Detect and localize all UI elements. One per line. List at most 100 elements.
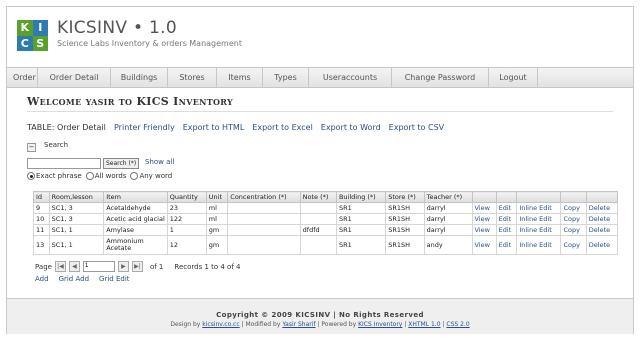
search-button[interactable]: Search (*) [103,158,140,169]
nav-item-types[interactable]: Types [263,68,309,87]
column-header[interactable]: Unit [205,191,229,203]
cell: SR1SH [385,202,425,214]
copy-link[interactable]: Copy [560,224,587,236]
pager-label: Page [35,262,52,271]
grid-add-link[interactable]: Grid Add [59,275,89,283]
delete-link[interactable]: Delete [585,213,619,225]
modifier-link[interactable]: Yasir Sharif [282,321,315,328]
add-link[interactable]: Add [35,275,49,283]
last-page-icon[interactable]: ▶| [131,261,143,272]
export-excel-link[interactable]: Export to Excel [252,123,313,132]
view-link[interactable]: View [471,235,497,255]
column-header-action [516,191,562,203]
view-link[interactable]: View [471,224,497,236]
nav-item-order[interactable]: Order [7,68,38,87]
edit-link[interactable]: Edit [495,202,518,214]
nav-item-useraccounts[interactable]: Useraccounts [309,68,392,87]
column-header[interactable]: Building (*) [335,191,387,203]
column-header[interactable]: Teacher (*) [423,191,473,203]
export-word-link[interactable]: Export to Word [321,123,381,132]
credits-text: Design by [170,321,201,328]
next-page-icon[interactable]: ▶ [117,261,129,272]
inline-edit-link[interactable]: Inline Edit [516,213,562,225]
radio-selected-icon [27,172,35,180]
nav-item-stores[interactable]: Stores [168,68,217,87]
export-links: Printer Friendly Export to HTML Export t… [114,123,444,132]
column-header[interactable]: Item [103,191,168,203]
credits-text: | Modified by [241,321,281,328]
nav-item-order-detail[interactable]: Order Detail [38,68,111,87]
radio-any-word[interactable]: Any word [130,172,172,180]
search-input[interactable] [27,158,101,169]
column-header[interactable]: Note (*) [299,191,337,203]
column-header-action [471,191,497,203]
footer: Copyright © 2009 KICSINV | No Rights Res… [7,298,633,334]
delete-link[interactable]: Delete [585,235,619,255]
inline-edit-link[interactable]: Inline Edit [516,202,562,214]
page-number-input[interactable] [82,261,115,272]
nav-item-change-password[interactable]: Change Password [392,68,489,87]
radio-all-words[interactable]: All words [85,172,126,180]
show-all-link[interactable]: Show all [145,158,174,166]
cell: 23 [166,202,207,214]
copy-link[interactable]: Copy [560,235,587,255]
css-link[interactable]: CSS 2.0 [446,321,469,328]
column-header[interactable]: Concentration (*) [227,191,301,203]
first-page-icon[interactable]: |◀ [54,261,66,272]
table-row: 9 SC1, 3 Acetaldehyde 23 ml SR1 SR1SH da… [33,202,619,214]
edit-link[interactable]: Edit [495,213,518,225]
cell: SR1 [335,213,387,225]
printer-friendly-link[interactable]: Printer Friendly [114,123,175,132]
designer-link[interactable]: kicsinv.co.cc [202,321,239,328]
inline-edit-link[interactable]: Inline Edit [516,235,562,255]
cell: 13 [33,235,50,255]
inline-edit-link[interactable]: Inline Edit [516,224,562,236]
copy-link[interactable]: Copy [560,213,587,225]
cell: 12 [166,235,207,255]
cell: dfdfd [299,224,337,236]
grid-edit-link[interactable]: Grid Edit [99,275,129,283]
page-frame: K I C S KICSINV • 1.0 Science Labs Inven… [6,6,634,334]
xhtml-link[interactable]: XHTML 1.0 [408,321,440,328]
export-csv-link[interactable]: Export to CSV [389,123,444,132]
cell [227,235,301,255]
search-mode-options: Exact phrase All words Any word [27,172,172,180]
add-links: Add Grid Add Grid Edit [35,275,130,283]
copy-link[interactable]: Copy [560,202,587,214]
column-header[interactable]: Quantity [166,191,207,203]
cell: darryl [423,213,473,225]
edit-link[interactable]: Edit [495,235,518,255]
cell: 122 [166,213,207,225]
nav-item-logout[interactable]: Logout [489,68,538,87]
main-nav: Order Order Detail Buildings Stores Item… [7,67,633,88]
column-header[interactable]: Room,lesson [48,191,105,203]
cell [299,213,337,225]
delete-link[interactable]: Delete [585,224,619,236]
nav-item-items[interactable]: Items [217,68,263,87]
export-html-link[interactable]: Export to HTML [183,123,245,132]
search-collapse-icon[interactable]: − [27,143,36,152]
view-link[interactable]: View [471,213,497,225]
credits-line: Design by kicsinv.co.cc | Modified by Ya… [7,321,633,328]
app-title: KICSINV • 1.0 [57,18,177,38]
radio-exact-phrase[interactable]: Exact phrase [27,172,82,180]
column-header[interactable]: Store (*) [385,191,425,203]
pager: Page |◀ ◀ ▶ ▶| of 1 Records 1 to 4 of 4 [35,261,240,272]
column-header[interactable]: Id [33,191,50,203]
edit-link[interactable]: Edit [495,224,518,236]
nav-item-buildings[interactable]: Buildings [111,68,168,87]
cell: SR1 [335,224,387,236]
app-subtitle: Science Labs Inventory & orders Manageme… [57,39,242,48]
powered-by-link[interactable]: KICS Inventory [358,321,402,328]
logo-letter: C [17,35,33,51]
radio-icon [130,172,139,180]
view-link[interactable]: View [471,202,497,214]
logo-letter: S [32,35,48,51]
prev-page-icon[interactable]: ◀ [68,261,80,272]
kics-logo-icon[interactable]: K I C S [17,20,48,51]
logo-letter: K [17,20,33,36]
cell: SR1SH [385,213,425,225]
delete-link[interactable]: Delete [585,202,619,214]
cell [227,213,301,225]
cell [299,202,337,214]
